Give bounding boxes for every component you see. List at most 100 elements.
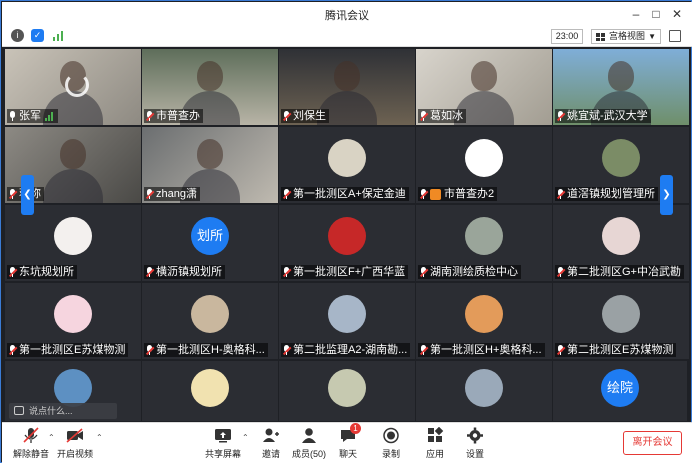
minimize-icon[interactable]: – bbox=[628, 6, 644, 22]
mic-muted-icon bbox=[282, 266, 292, 278]
mic-muted-icon bbox=[8, 344, 18, 356]
participant-avatar: 划所 bbox=[191, 217, 229, 255]
participant-name-tag: 第二批测区E苏煤物测 bbox=[555, 343, 677, 357]
loading-spinner-icon bbox=[65, 73, 89, 97]
signal-strength-icon bbox=[45, 111, 55, 121]
participant-tile[interactable]: 姚宜斌-武汉大学 bbox=[553, 49, 689, 125]
participant-name: 第一批测区A+保定金迪 bbox=[293, 188, 406, 200]
mic-muted-icon bbox=[8, 188, 18, 200]
participant-avatar bbox=[465, 217, 503, 255]
participant-tile[interactable]: 第一批测区H-奥格科... bbox=[142, 283, 278, 359]
mic-muted-icon bbox=[145, 344, 155, 356]
gear-icon bbox=[466, 427, 484, 444]
participant-name: 葛如冰 bbox=[430, 110, 463, 122]
meeting-window: 腾讯会议 – □ ✕ i ✓ 23:00 宫格视图 ▼ 绘院 第二批测区E苏煤物测… bbox=[0, 0, 692, 463]
person-silhouette bbox=[334, 61, 360, 91]
participant-name-tag: 市普查办 bbox=[144, 109, 203, 123]
participant-avatar bbox=[328, 139, 366, 177]
participant-name-tag: 葛如冰 bbox=[418, 109, 466, 123]
start-video-button[interactable]: 开启视频 bbox=[50, 427, 100, 462]
members-icon bbox=[300, 427, 318, 444]
next-page-button[interactable]: ❯ bbox=[660, 175, 673, 215]
mic-muted-icon bbox=[145, 266, 155, 278]
participant-name: 市普查办 bbox=[156, 110, 200, 122]
person-silhouette bbox=[471, 61, 497, 91]
participant-tile[interactable]: 刘保生 bbox=[279, 49, 415, 125]
record-button[interactable]: 录制 bbox=[366, 427, 416, 462]
participant-avatar bbox=[328, 369, 366, 407]
participant-tile[interactable]: 市普查办 bbox=[142, 49, 278, 125]
chat-input[interactable]: 说点什么... bbox=[9, 403, 117, 419]
participant-tile[interactable]: 第一批测区A+保定金迪 bbox=[279, 127, 415, 203]
participant-name: 姚宜斌-武汉大学 bbox=[567, 110, 648, 122]
grid-view-dropdown[interactable]: 宫格视图 ▼ bbox=[591, 29, 661, 44]
participant-avatar bbox=[465, 139, 503, 177]
person-silhouette bbox=[60, 139, 86, 169]
participant-tile[interactable]: 第一批测区F+广西华蓝 bbox=[279, 205, 415, 281]
participant-tile[interactable]: 第二批测区G+中冶武勘 bbox=[553, 205, 689, 281]
participant-name-tag: 湖南测绘质检中心 bbox=[418, 265, 521, 279]
shield-icon[interactable]: ✓ bbox=[31, 29, 44, 42]
participant-name: 横沥镇规划所 bbox=[156, 266, 222, 278]
participant-avatar bbox=[54, 295, 92, 333]
share-screen-icon bbox=[214, 427, 232, 444]
participant-tile[interactable]: 第一批测区E苏煤物测 bbox=[5, 283, 141, 359]
participant-name: 第二批监理A2-湖南勘... bbox=[293, 344, 408, 356]
info-icon[interactable]: i bbox=[11, 29, 24, 42]
participant-tile[interactable]: zhang潇 bbox=[142, 127, 278, 203]
chevron-down-icon: ▼ bbox=[648, 32, 656, 41]
mic-muted-icon bbox=[419, 110, 429, 122]
participant-tile[interactable]: 湖南测绘质检中心 bbox=[416, 205, 552, 281]
participant-avatar: 绘院 bbox=[601, 369, 639, 407]
participant-tile[interactable]: 第二批测区E苏煤物测 bbox=[553, 283, 689, 359]
video-grid: 绘院 第二批测区E苏煤物测 第一批测区H+奥格科... 第二批监理A2-湖南勘... 第… bbox=[5, 49, 689, 421]
network-signal-icon[interactable] bbox=[53, 31, 65, 41]
record-label: 录制 bbox=[381, 449, 400, 459]
participant-name-tag: 横沥镇规划所 bbox=[144, 265, 225, 279]
window-title: 腾讯会议 bbox=[325, 10, 369, 22]
settings-label: 设置 bbox=[465, 449, 484, 459]
participant-avatar bbox=[465, 369, 503, 407]
participant-tile[interactable] bbox=[416, 361, 552, 421]
maximize-icon[interactable]: □ bbox=[648, 6, 664, 22]
participant-name-tag: 第一批测区H+奥格科... bbox=[418, 343, 545, 357]
mic-muted-icon bbox=[419, 344, 429, 356]
participant-name: 第二批测区E苏煤物测 bbox=[567, 344, 674, 356]
participant-tile[interactable]: 葛如冰 bbox=[416, 49, 552, 125]
participant-name: zhang潇 bbox=[156, 188, 197, 200]
chat-placeholder: 说点什么... bbox=[29, 406, 73, 416]
chat-icon: 1 bbox=[339, 423, 361, 444]
participant-avatar bbox=[191, 369, 229, 407]
participant-name: 张军 bbox=[19, 110, 41, 122]
participant-tile[interactable] bbox=[142, 361, 278, 421]
participant-name: 道滘镇规划管理所 bbox=[567, 188, 655, 200]
participant-name-tag: 第二批测区G+中冶武勘 bbox=[555, 265, 684, 279]
participant-tile[interactable]: 市普查办2 bbox=[416, 127, 552, 203]
mic-muted-icon bbox=[22, 427, 40, 444]
previous-page-button[interactable]: ❮ bbox=[21, 175, 34, 215]
participant-tile[interactable]: 东坑规划所 bbox=[5, 205, 141, 281]
participant-tile[interactable]: 绘院 bbox=[553, 361, 687, 421]
record-icon bbox=[382, 427, 400, 444]
close-icon[interactable]: ✕ bbox=[669, 6, 685, 22]
participant-tile[interactable] bbox=[279, 361, 415, 421]
participant-tile[interactable]: 划所横沥镇规划所 bbox=[142, 205, 278, 281]
participant-name-tag: 道滘镇规划管理所 bbox=[555, 187, 658, 201]
person-silhouette bbox=[197, 61, 223, 91]
participant-tile[interactable]: 第一批测区H+奥格科... bbox=[416, 283, 552, 359]
participant-name-tag: 姚宜斌-武汉大学 bbox=[555, 109, 651, 123]
apps-icon bbox=[426, 426, 444, 444]
video-options-caret-icon[interactable]: ⌃ bbox=[96, 433, 103, 442]
participant-tile[interactable]: 张军 bbox=[5, 49, 141, 125]
participant-avatar bbox=[602, 139, 640, 177]
settings-button[interactable]: 设置 bbox=[450, 427, 500, 462]
participant-tile[interactable]: 第二批监理A2-湖南勘... bbox=[279, 283, 415, 359]
participant-avatar bbox=[328, 217, 366, 255]
participant-name: 第一批测区H+奥格科... bbox=[430, 344, 542, 356]
leave-meeting-button[interactable]: 离开会议 bbox=[623, 431, 682, 455]
participant-name-tag: 市普查办2 bbox=[418, 187, 498, 201]
share-screen-button[interactable]: 共享屏幕 bbox=[198, 427, 248, 462]
participant-name: 第一批测区F+广西华蓝 bbox=[293, 266, 406, 278]
fullscreen-icon[interactable] bbox=[669, 30, 681, 42]
participant-name-tag: 第一批测区F+广西华蓝 bbox=[281, 265, 409, 279]
